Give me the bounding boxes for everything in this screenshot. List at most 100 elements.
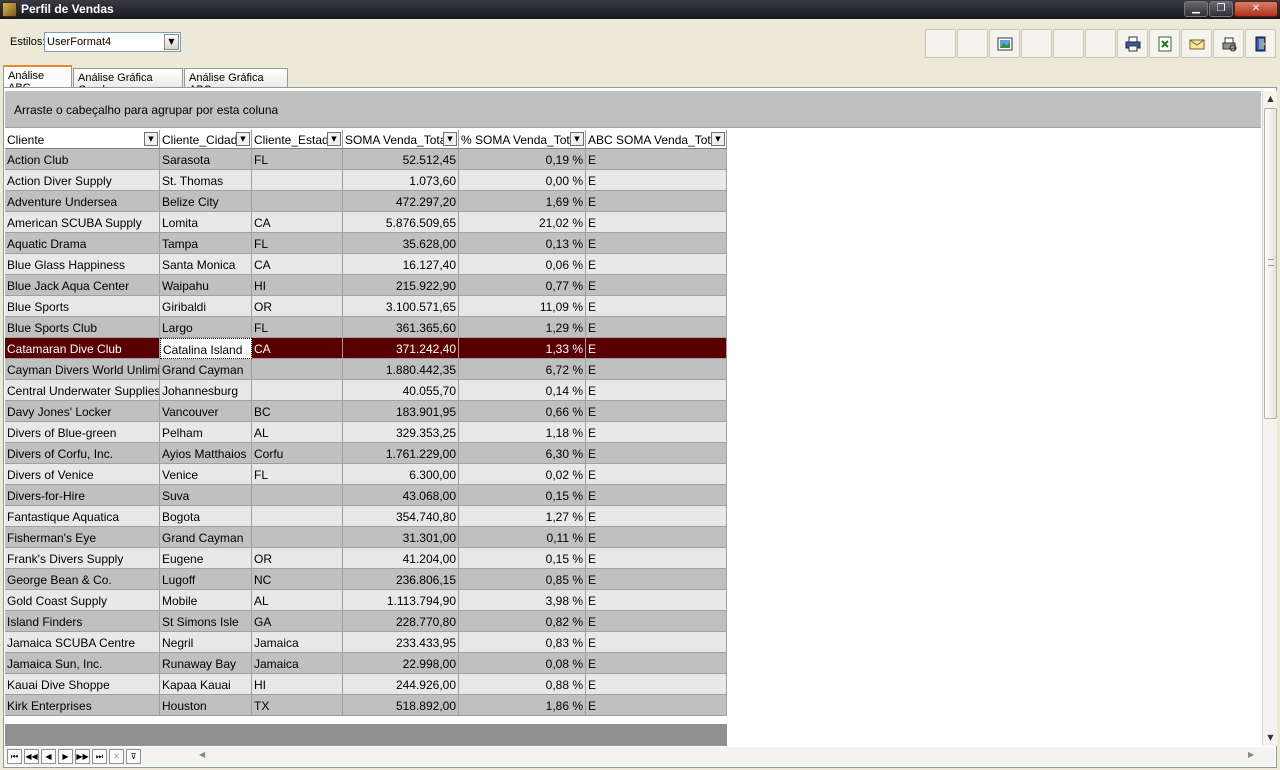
table-cell[interactable]: BC (252, 401, 343, 422)
table-cell[interactable]: 5.876.509,65 (343, 212, 459, 233)
scroll-right-icon[interactable]: ▶ (1248, 750, 1254, 759)
table-cell[interactable]: 1.761.229,00 (343, 443, 459, 464)
toolbar-button-blank-3[interactable] (1021, 29, 1052, 58)
maximize-button[interactable]: ❐ (1209, 1, 1233, 17)
header-abc-soma-venda-total[interactable]: ABC SOMA Venda_Total ▼ (586, 130, 727, 149)
table-cell[interactable]: HI (252, 275, 343, 296)
table-cell[interactable] (252, 170, 343, 191)
table-row[interactable]: Fisherman's Eye Grand Cayman 31.301,00 0,11… (5, 527, 727, 548)
table-cell[interactable]: FL (252, 464, 343, 485)
table-cell[interactable]: 0,15 % (459, 485, 586, 506)
table-cell[interactable]: FL (252, 317, 343, 338)
table-cell[interactable]: Blue Sports Club (5, 317, 160, 338)
table-cell[interactable]: 40.055,70 (343, 380, 459, 401)
group-by-area[interactable]: Arraste o cabeçalho para agrupar por est… (5, 91, 1261, 128)
table-cell[interactable]: E (586, 338, 727, 359)
next-page-button[interactable]: ▶▶ (75, 749, 90, 764)
table-cell[interactable]: Fisherman's Eye (5, 527, 160, 548)
table-cell[interactable]: 1,86 % (459, 695, 586, 716)
table-cell[interactable]: Lugoff (160, 569, 252, 590)
header-cliente[interactable]: Cliente ▼ (5, 130, 160, 149)
table-row[interactable]: Divers of Blue-green Pelham AL 329.353,25 1,… (5, 422, 727, 443)
table-cell[interactable]: E (586, 548, 727, 569)
table-row[interactable]: George Bean & Co. Lugoff NC 236.806,15 0,85 … (5, 569, 727, 590)
tab-analise-grafica-abc[interactable]: Análise Gráfica ABC (184, 68, 288, 96)
table-cell[interactable]: St. Thomas (160, 170, 252, 191)
table-cell[interactable]: E (586, 191, 727, 212)
toolbar-button-blank-2[interactable] (957, 29, 988, 58)
table-cell[interactable]: 0,88 % (459, 674, 586, 695)
table-cell[interactable]: E (586, 380, 727, 401)
filter-icon[interactable]: ⊽ (126, 749, 141, 764)
table-cell[interactable]: 361.365,60 (343, 317, 459, 338)
scroll-up-icon[interactable]: ▲ (1264, 92, 1277, 106)
table-row[interactable]: Divers of Venice Venice FL 6.300,00 0,02 % E (5, 464, 727, 485)
toolbar-button-blank-4[interactable] (1053, 29, 1084, 58)
table-cell[interactable]: 244.926,00 (343, 674, 459, 695)
table-row[interactable]: Action Diver Supply St. Thomas 1.073,60 0,0… (5, 170, 727, 191)
table-cell[interactable]: Grand Cayman (160, 359, 252, 380)
table-cell[interactable]: E (586, 443, 727, 464)
table-cell[interactable]: 0,19 % (459, 149, 586, 170)
table-cell[interactable]: E (586, 170, 727, 191)
table-row[interactable]: Davy Jones' Locker Vancouver BC 183.901,95 0… (5, 401, 727, 422)
table-cell[interactable]: AL (252, 590, 343, 611)
table-cell[interactable]: American SCUBA Supply (5, 212, 160, 233)
table-cell[interactable]: 0,83 % (459, 632, 586, 653)
table-cell[interactable]: Divers-for-Hire (5, 485, 160, 506)
table-cell[interactable]: Corfu (252, 443, 343, 464)
table-cell[interactable]: Johannesburg (160, 380, 252, 401)
table-cell[interactable]: 233.433,95 (343, 632, 459, 653)
table-cell[interactable] (252, 380, 343, 401)
table-cell[interactable]: Catalina Island (160, 338, 252, 359)
header-soma-venda-total[interactable]: SOMA Venda_Total ▼ (343, 130, 459, 149)
table-cell[interactable]: 1.880.442,35 (343, 359, 459, 380)
table-cell[interactable]: 329.353,25 (343, 422, 459, 443)
table-cell[interactable]: E (586, 296, 727, 317)
table-cell[interactable]: 0,85 % (459, 569, 586, 590)
toolbar-button-blank-1[interactable] (925, 29, 956, 58)
table-cell[interactable]: E (586, 569, 727, 590)
table-row[interactable]: Jamaica Sun, Inc. Runaway Bay Jamaica 22.99… (5, 653, 727, 674)
table-cell[interactable]: E (586, 695, 727, 716)
scroll-thumb[interactable] (1264, 108, 1277, 419)
table-cell[interactable]: E (586, 527, 727, 548)
print-button[interactable] (1117, 29, 1148, 58)
table-cell[interactable]: George Bean & Co. (5, 569, 160, 590)
table-cell[interactable]: CA (252, 254, 343, 275)
table-cell[interactable]: FL (252, 233, 343, 254)
table-cell[interactable]: 1,18 % (459, 422, 586, 443)
table-cell[interactable]: CA (252, 338, 343, 359)
table-cell[interactable]: 354.740,80 (343, 506, 459, 527)
filter-dropdown-icon[interactable]: ▼ (144, 132, 158, 146)
table-cell[interactable]: Santa Monica (160, 254, 252, 275)
table-cell[interactable]: Venice (160, 464, 252, 485)
table-cell[interactable]: 236.806,15 (343, 569, 459, 590)
table-cell[interactable]: Mobile (160, 590, 252, 611)
table-cell[interactable]: 183.901,95 (343, 401, 459, 422)
table-cell[interactable]: 0,11 % (459, 527, 586, 548)
table-cell[interactable]: 1,33 % (459, 338, 586, 359)
table-cell[interactable]: 35.628,00 (343, 233, 459, 254)
table-cell[interactable]: Jamaica Sun, Inc. (5, 653, 160, 674)
tab-analise-grafica-geral[interactable]: Análise Gráfica Geral (73, 68, 183, 96)
header-pct-soma-venda-total[interactable]: % SOMA Venda_Total ▼ (459, 130, 586, 149)
table-cell[interactable]: Pelham (160, 422, 252, 443)
table-row[interactable]: Island Finders St Simons Isle GA 228.770,80… (5, 611, 727, 632)
table-cell[interactable]: E (586, 653, 727, 674)
table-cell[interactable]: E (586, 674, 727, 695)
table-cell[interactable]: Gold Coast Supply (5, 590, 160, 611)
table-cell[interactable]: Adventure Undersea (5, 191, 160, 212)
table-cell[interactable]: Kauai Dive Shoppe (5, 674, 160, 695)
table-cell[interactable]: Frank's Divers Supply (5, 548, 160, 569)
estilos-select[interactable]: UserFormat4 ▼ (44, 32, 181, 52)
table-row[interactable]: Blue Glass Happiness Santa Monica CA 16.127… (5, 254, 727, 275)
table-cell[interactable]: E (586, 401, 727, 422)
table-cell[interactable]: Suva (160, 485, 252, 506)
table-cell[interactable]: 472.297,20 (343, 191, 459, 212)
table-cell[interactable]: 371.242,40 (343, 338, 459, 359)
table-cell[interactable]: 22.998,00 (343, 653, 459, 674)
table-cell[interactable]: 1,27 % (459, 506, 586, 527)
table-row[interactable]: Cayman Divers World Unlimited Grand Cayma… (5, 359, 727, 380)
table-cell[interactable]: 0,00 % (459, 170, 586, 191)
